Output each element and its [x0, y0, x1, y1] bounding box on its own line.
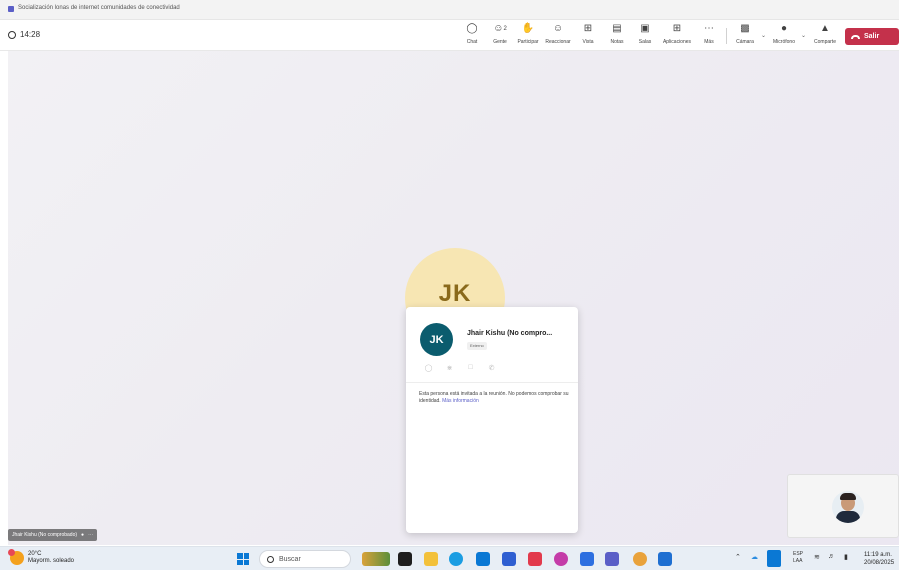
more-icon[interactable]: ⋯: [88, 532, 93, 538]
meeting-timer: 14:28: [8, 30, 40, 39]
notes-icon: ▤: [612, 22, 622, 34]
meeting-toolbar: 14:28 ◯ Chat ☺ 2 Gente ✋ Participar ☺ Rea…: [0, 20, 899, 51]
chat-icon: ◯: [466, 22, 478, 34]
more-button[interactable]: ⋯ Más: [692, 22, 726, 50]
clock-date: 20/08/2025: [864, 560, 895, 566]
audio-call-icon[interactable]: ✆: [487, 363, 496, 372]
phone-hangup-icon: [851, 34, 860, 39]
camera-label: Cámara: [736, 39, 754, 45]
more-icon: ⋯: [704, 22, 714, 34]
tray-microphone-icon[interactable]: [767, 550, 781, 567]
more-label: Más: [704, 39, 714, 45]
people-label: Gente: [493, 39, 507, 45]
lang-layout: LAA: [793, 558, 803, 564]
microphone-button[interactable]: ● Micrófono: [767, 22, 801, 50]
share-screen-icon: ▲: [820, 22, 830, 34]
toolbar-divider: [726, 28, 727, 44]
share-button[interactable]: ▲ Comparte: [808, 22, 842, 50]
apps-button[interactable]: ⊞ Aplicaciones: [660, 22, 694, 50]
timer-value: 14:28: [20, 30, 41, 39]
microphone-options-chevron-icon[interactable]: ⌄: [801, 32, 806, 39]
weather-icon: [8, 549, 24, 565]
app-icon[interactable]: [528, 552, 542, 566]
outlook-icon[interactable]: [658, 552, 672, 566]
raise-hand-icon: ✋: [521, 22, 535, 34]
profile-card: JK Jhair Kishu (No compro... Externo ◯ ⋇…: [406, 307, 578, 533]
chrome-icon[interactable]: [633, 552, 647, 566]
volume-icon[interactable]: ♬: [828, 553, 835, 560]
onedrive-icon[interactable]: ☁: [751, 553, 758, 561]
camera-off-icon: ▩: [740, 22, 750, 34]
search-placeholder: Buscar: [279, 555, 301, 563]
leave-button[interactable]: Salir: [845, 28, 899, 45]
teams-icon: [8, 6, 14, 12]
search-icon: [267, 555, 274, 563]
store-icon[interactable]: [476, 552, 490, 566]
microphone-icon: ●: [81, 532, 85, 538]
weather-desc: Mayorm. soleado: [28, 558, 75, 564]
editor-icon[interactable]: [502, 552, 516, 566]
participant-name-tag: Jhair Kishu (No comprobado) ● ⋯: [8, 529, 98, 541]
profile-actions: ◯ ⋇ □ ✆: [424, 363, 496, 372]
participant-initials: JK: [438, 280, 472, 307]
react-label: Reaccionar: [545, 39, 571, 45]
chat-icon[interactable]: ◯: [424, 363, 433, 372]
leave-label: Salir: [864, 33, 880, 40]
teams-taskbar-icon[interactable]: [605, 552, 619, 566]
window-title: Socialización lonas de internet comunida…: [18, 5, 180, 11]
task-view-icon[interactable]: [398, 552, 412, 566]
window-titlebar: Socialización lonas de internet comunida…: [0, 0, 899, 20]
apps-add-icon: ⊞: [672, 22, 682, 34]
file-explorer-icon[interactable]: [424, 552, 438, 566]
profile-description: Esta persona está invitada a la reunión.…: [419, 391, 569, 405]
widgets-icon[interactable]: [362, 552, 390, 566]
emoji-icon: ☺: [552, 22, 564, 34]
battery-icon[interactable]: ▮: [844, 553, 848, 561]
org-chart-icon[interactable]: ⋇: [445, 363, 454, 372]
react-button[interactable]: ☺ Reaccionar: [541, 22, 575, 50]
card-divider: [406, 382, 578, 383]
app3-icon[interactable]: [580, 552, 594, 566]
rooms-icon: ▣: [640, 22, 650, 34]
start-button[interactable]: [237, 553, 249, 565]
profile-name: Jhair Kishu (No compro...: [467, 330, 553, 337]
tray-expand-icon[interactable]: ⌃: [735, 553, 741, 561]
more-info-link[interactable]: Más información: [442, 398, 479, 404]
taskbar-search[interactable]: Buscar: [259, 550, 351, 568]
microphone-icon: ●: [780, 22, 788, 34]
self-view-video[interactable]: [787, 474, 899, 538]
rooms-button[interactable]: ▣ Salas: [628, 22, 662, 50]
apps-label: Aplicaciones: [662, 39, 692, 45]
external-badge: Externo: [467, 342, 487, 350]
raise-hand-label: Participar: [517, 39, 539, 45]
clock-time: 11:19 a.m.: [864, 552, 892, 558]
notes-label: Notas: [610, 39, 624, 45]
windows-taskbar: 20°C Mayorm. soleado Buscar ⌃ ☁ ESP LAA …: [0, 546, 899, 570]
camera-options-chevron-icon[interactable]: ⌄: [761, 32, 766, 39]
edge-icon[interactable]: [449, 552, 463, 566]
share-label: Comparte: [814, 39, 836, 45]
raise-hand-button[interactable]: ✋ Participar: [511, 22, 545, 50]
chat-label: Chat: [466, 39, 478, 45]
camera-button[interactable]: ▩ Cámara: [728, 22, 762, 50]
wifi-icon[interactable]: ≋: [814, 553, 820, 561]
language-indicator[interactable]: ESP LAA: [793, 551, 803, 565]
video-call-icon[interactable]: □: [466, 363, 475, 372]
people-count: 2: [503, 25, 507, 32]
profile-avatar: JK: [420, 323, 453, 356]
grid-view-icon: ⊞: [583, 22, 593, 34]
timer-icon: [8, 30, 16, 39]
weather-temp: 20°C: [28, 551, 42, 557]
microphone-label: Micrófono: [773, 39, 795, 45]
people-icon: ☺ 2: [493, 22, 507, 34]
weather-widget[interactable]: 20°C Mayorm. soleado: [8, 549, 75, 565]
self-view-person: [832, 491, 864, 523]
rooms-label: Salas: [638, 39, 652, 45]
lang-code: ESP: [793, 551, 804, 557]
app2-icon[interactable]: [554, 552, 568, 566]
taskbar-clock[interactable]: 11:19 a.m. 20/08/2025: [864, 551, 894, 567]
view-label: Vista: [582, 39, 594, 45]
name-tag-text: Jhair Kishu (No comprobado): [12, 532, 78, 538]
